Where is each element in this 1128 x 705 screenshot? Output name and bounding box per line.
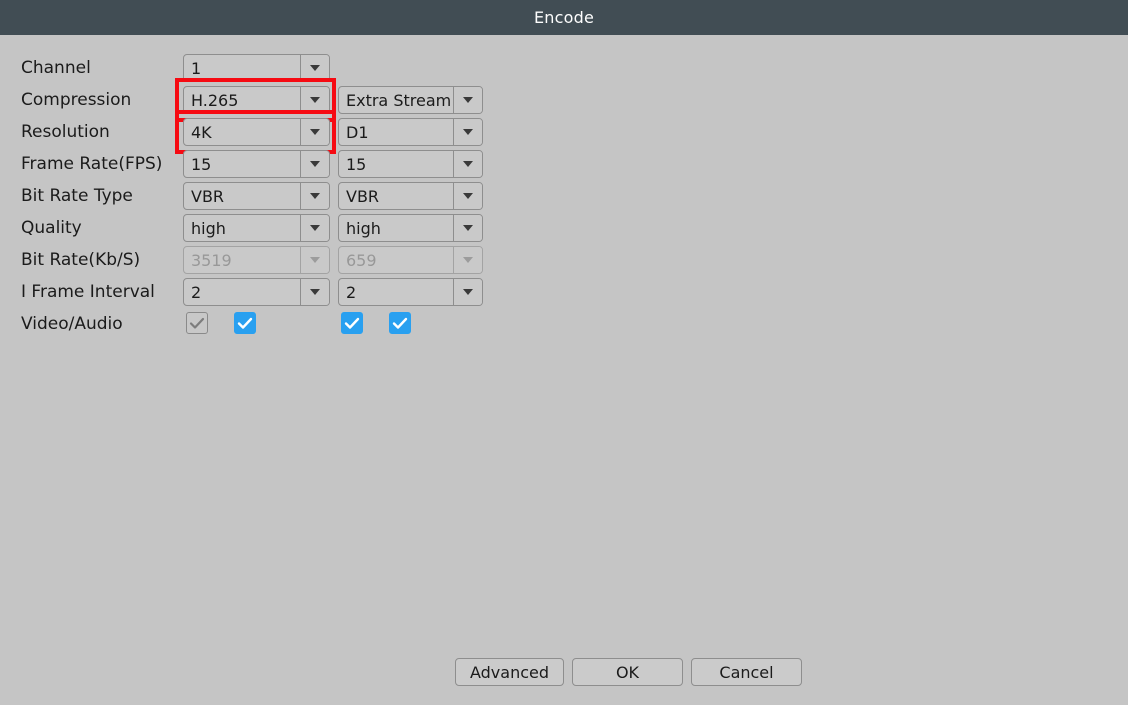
dropdown-bit-rate-type-main[interactable]: VBR: [183, 182, 330, 210]
chevron-down-icon[interactable]: [453, 183, 482, 209]
dropdown-compression-main[interactable]: H.265: [183, 86, 330, 114]
chevron-down-icon[interactable]: [300, 119, 329, 145]
label-frame-rate: Frame Rate(FPS): [21, 154, 163, 174]
chevron-down-icon: [300, 247, 329, 273]
chevron-down-icon[interactable]: [453, 151, 482, 177]
dropdown-bit-rate-type-sub[interactable]: VBR: [338, 182, 483, 210]
chevron-down-icon[interactable]: [300, 87, 329, 113]
dropdown-resolution-main-value: 4K: [191, 122, 212, 142]
dropdown-i-frame-interval-sub[interactable]: 2: [338, 278, 483, 306]
dropdown-compression-main-value: H.265: [191, 90, 239, 110]
dropdown-channel-main-value: 1: [191, 58, 202, 78]
chevron-down-icon[interactable]: [453, 87, 482, 113]
dropdown-resolution-sub[interactable]: D1: [338, 118, 483, 146]
chevron-down-icon[interactable]: [300, 215, 329, 241]
label-video-audio: Video/Audio: [21, 314, 123, 334]
label-bit-rate: Bit Rate(Kb/S): [21, 250, 141, 270]
dropdown-resolution-main[interactable]: 4K: [183, 118, 330, 146]
encode-form: Channel 1 Compression H.265 Extra Stream…: [0, 35, 1128, 705]
encode-dialog: Encode Channel 1 Compression H.265 Extra…: [0, 0, 1128, 705]
dropdown-quality-sub[interactable]: high: [338, 214, 483, 242]
dropdown-quality-main[interactable]: high: [183, 214, 330, 242]
dropdown-channel-main[interactable]: 1: [183, 54, 330, 82]
label-channel: Channel: [21, 58, 91, 78]
dropdown-resolution-sub-value: D1: [346, 122, 369, 142]
dropdown-bit-rate-type-main-value: VBR: [191, 186, 225, 206]
chevron-down-icon[interactable]: [300, 151, 329, 177]
label-bit-rate-type: Bit Rate Type: [21, 186, 133, 206]
dropdown-frame-rate-main-value: 15: [191, 154, 212, 174]
chevron-down-icon[interactable]: [453, 215, 482, 241]
dropdown-i-frame-interval-main-value: 2: [191, 282, 202, 302]
dialog-title: Encode: [533, 8, 595, 27]
label-resolution: Resolution: [21, 122, 110, 142]
ok-button[interactable]: OK: [572, 658, 683, 686]
check-icon: [392, 317, 408, 329]
dropdown-compression-sub[interactable]: Extra Stream: [338, 86, 483, 114]
dropdown-i-frame-interval-sub-value: 2: [346, 282, 357, 302]
dropdown-bit-rate-main-value: 3519: [191, 250, 232, 270]
checkbox-main-video: [186, 312, 208, 334]
dropdown-bit-rate-type-sub-value: VBR: [346, 186, 380, 206]
chevron-down-icon[interactable]: [300, 183, 329, 209]
dropdown-compression-sub-value: Extra Stream: [346, 90, 452, 110]
label-compression: Compression: [21, 90, 132, 110]
cancel-button[interactable]: Cancel: [691, 658, 802, 686]
check-icon: [189, 317, 205, 329]
dropdown-bit-rate-main: 3519: [183, 246, 330, 274]
chevron-down-icon[interactable]: [300, 279, 329, 305]
chevron-down-icon: [453, 247, 482, 273]
label-i-frame-interval: I Frame Interval: [21, 282, 155, 302]
dropdown-bit-rate-sub: 659: [338, 246, 483, 274]
dropdown-quality-main-value: high: [191, 218, 226, 238]
dropdown-frame-rate-main[interactable]: 15: [183, 150, 330, 178]
check-icon: [237, 317, 253, 329]
dropdown-quality-sub-value: high: [346, 218, 381, 238]
advanced-button[interactable]: Advanced: [455, 658, 564, 686]
label-quality: Quality: [21, 218, 82, 238]
checkbox-sub-video[interactable]: [341, 312, 363, 334]
checkbox-sub-audio[interactable]: [389, 312, 411, 334]
dialog-titlebar: Encode: [0, 0, 1128, 35]
check-icon: [344, 317, 360, 329]
chevron-down-icon[interactable]: [300, 55, 329, 81]
dropdown-frame-rate-sub-value: 15: [346, 154, 367, 174]
chevron-down-icon[interactable]: [453, 279, 482, 305]
chevron-down-icon[interactable]: [453, 119, 482, 145]
dropdown-bit-rate-sub-value: 659: [346, 250, 377, 270]
dropdown-i-frame-interval-main[interactable]: 2: [183, 278, 330, 306]
checkbox-main-audio[interactable]: [234, 312, 256, 334]
dropdown-frame-rate-sub[interactable]: 15: [338, 150, 483, 178]
